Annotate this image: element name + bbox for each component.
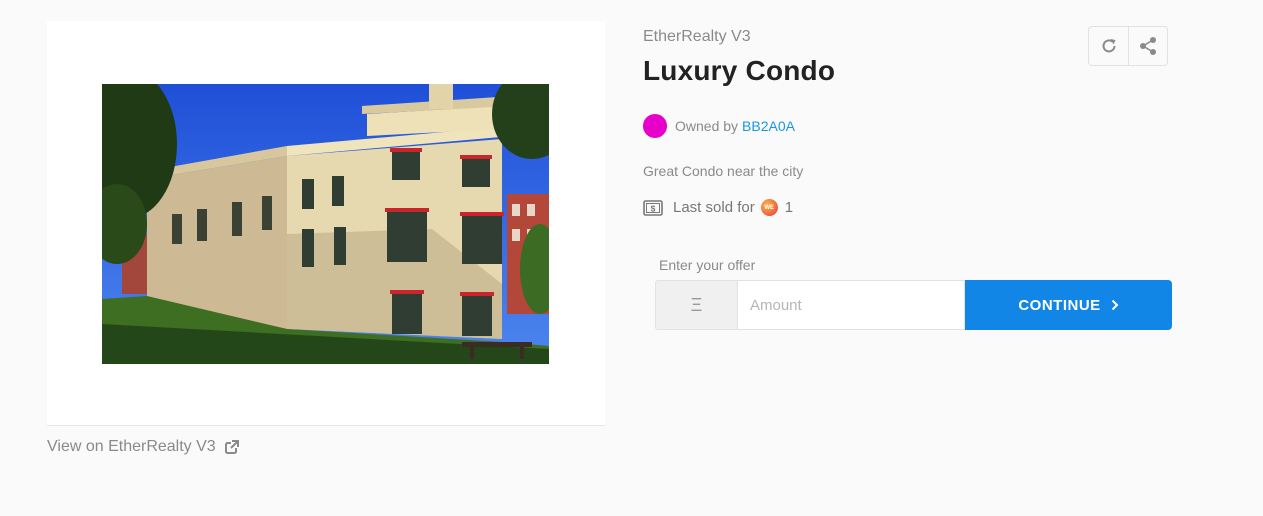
refresh-icon [1102,39,1115,53]
asset-media-column: View on EtherRealty V3 [47,21,605,456]
token-icon: WE [760,199,778,216]
continue-button[interactable]: CONTINUE [965,280,1172,330]
last-sold-value: 1 [784,199,794,216]
share-icon [1140,37,1156,55]
svg-text:$: $ [651,203,656,213]
condo-building-image [102,84,549,364]
offer-form: Ξ CONTINUE [655,280,1172,330]
currency-selector[interactable]: Ξ [655,280,737,330]
last-sold-label: Last sold for [673,199,755,216]
owned-by-label: Owned by [675,118,739,134]
external-link-icon [224,440,239,454]
share-button[interactable] [1128,27,1167,65]
continue-label: CONTINUE [1018,296,1101,314]
refresh-button[interactable] [1089,27,1128,65]
chevron-right-icon [1111,299,1119,311]
view-link-label: View on EtherRealty V3 [47,438,216,455]
owner-row: Owned by BB2A0A [643,114,1173,138]
asset-image-card [47,21,605,426]
asset-photo[interactable] [102,84,549,364]
asset-actions [1088,26,1168,66]
ether-icon: Ξ [690,294,703,315]
last-sold-row: $ Last sold for WE 1 [643,199,1173,216]
owner-avatar[interactable] [643,114,667,138]
offer-amount-input[interactable] [737,280,965,330]
asset-description: Great Condo near the city [643,163,804,179]
asset-details-column: EtherRealty V3 Luxury Condo Owned by BB2… [643,26,1173,330]
offer-label: Enter your offer [659,257,756,273]
cash-icon: $ [643,199,663,216]
view-on-marketplace-link[interactable]: View on EtherRealty V3 [47,438,605,456]
owner-link[interactable]: BB2A0A [742,118,795,134]
